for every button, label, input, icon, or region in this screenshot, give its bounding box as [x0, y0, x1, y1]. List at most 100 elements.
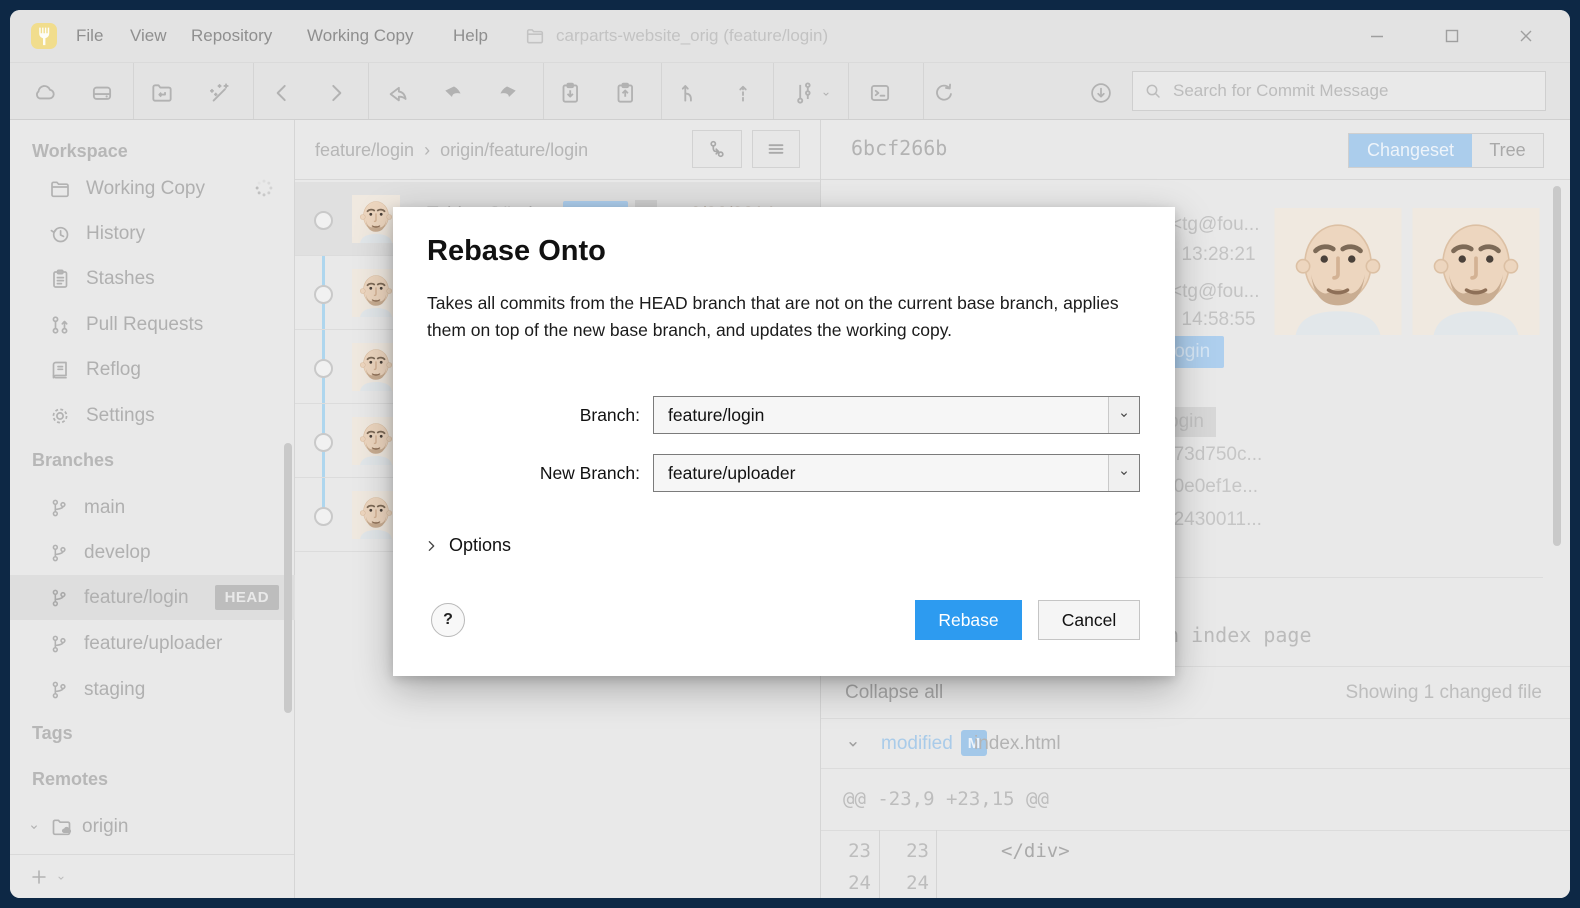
divider — [821, 718, 1570, 719]
changed-files-summary: Showing 1 changed file — [1346, 682, 1542, 704]
new-branch-select-dropdown-button[interactable] — [1108, 455, 1139, 491]
branch-icon — [48, 542, 70, 564]
rebase-button[interactable]: Rebase — [915, 600, 1022, 640]
list-options-button[interactable] — [752, 130, 800, 168]
minimize-button[interactable] — [1354, 10, 1400, 62]
navigate-forward-button[interactable] — [323, 80, 349, 106]
push-button[interactable] — [612, 80, 638, 106]
tab-tree[interactable]: Tree — [1472, 134, 1543, 167]
maximize-button[interactable] — [1429, 10, 1475, 62]
toolbar-separator — [543, 63, 544, 119]
menu-working-copy[interactable]: Working Copy — [307, 10, 413, 62]
menu-view[interactable]: View — [130, 10, 167, 62]
download-updates-button[interactable] — [1088, 80, 1114, 106]
dialog-description: Takes all commits from the HEAD branch t… — [427, 290, 1133, 344]
pull-request-icon — [48, 313, 72, 337]
help-button[interactable]: ? — [431, 603, 465, 637]
undo-button[interactable] — [440, 80, 466, 106]
tab-changeset[interactable]: Changeset — [1349, 134, 1472, 167]
breadcrumb-remote-branch[interactable]: origin/feature/login — [440, 140, 588, 161]
diff-code: </div> — [1001, 840, 1070, 862]
branch-select-value: feature/login — [654, 405, 1108, 426]
branch-icon — [48, 497, 70, 519]
search-input[interactable] — [1171, 80, 1535, 102]
parent-hash[interactable]: 92430011... — [1163, 509, 1262, 531]
app-window: File View Repository Working Copy Help c… — [10, 10, 1570, 898]
commit-graph-node — [314, 433, 333, 452]
details-scrollbar[interactable] — [1553, 186, 1561, 546]
chevron-down-icon — [843, 734, 863, 754]
window-title: carparts-website_orig (feature/login) — [556, 10, 828, 62]
chevron-down-icon — [1116, 407, 1132, 423]
file-status: modified — [881, 733, 953, 755]
chevron-down-icon — [1116, 465, 1132, 481]
sidebar-scrollbar[interactable] — [284, 443, 292, 713]
sidebar-item-pull-requests[interactable]: Pull Requests — [10, 302, 295, 347]
remotes-header[interactable]: Remotes — [32, 769, 108, 793]
sidebar-branch-staging[interactable]: staging — [10, 667, 295, 712]
sidebar-branch-main[interactable]: main — [10, 485, 295, 530]
sidebar-item-settings[interactable]: Settings — [10, 393, 295, 438]
compare-branches-button[interactable] — [692, 130, 742, 168]
remote-folder-cloud-icon — [50, 815, 74, 839]
sidebar-item-stashes[interactable]: Stashes — [10, 256, 295, 301]
open-repository-button[interactable] — [149, 80, 175, 106]
chevron-down-icon[interactable] — [54, 871, 68, 885]
terminal-button[interactable] — [867, 80, 893, 106]
hard-drive-icon — [89, 80, 115, 106]
menu-repository[interactable]: Repository — [191, 10, 272, 62]
workspace-header: Workspace — [32, 141, 128, 165]
breadcrumb-separator: › — [424, 140, 430, 161]
branch-icon — [48, 679, 70, 701]
branch-button[interactable] — [675, 80, 701, 106]
new-branch-select-value: feature/uploader — [654, 463, 1108, 484]
sidebar-branch-feature-uploader[interactable]: feature/uploader — [10, 621, 295, 666]
quick-actions-button[interactable] — [206, 80, 232, 106]
parent-hash[interactable]: 20e0ef1e... — [1163, 476, 1258, 498]
commit-graph-node — [314, 359, 333, 378]
cancel-button[interactable]: Cancel — [1038, 600, 1140, 640]
committer-avatar — [1411, 208, 1541, 335]
new-branch-select[interactable]: feature/uploader — [653, 454, 1140, 492]
menu-help[interactable]: Help — [453, 10, 488, 62]
cloud-icon — [32, 80, 58, 106]
sidebar-branch-develop[interactable]: develop — [10, 530, 295, 575]
chevron-right-icon — [423, 538, 439, 554]
branch-select-dropdown-button[interactable] — [1108, 397, 1139, 433]
file-name: index.html — [974, 733, 1061, 755]
branch-select[interactable]: feature/login — [653, 396, 1140, 434]
author-time-fragment: : 13:28:21 — [1171, 244, 1256, 266]
redo-arrow-icon — [495, 80, 521, 106]
sidebar-item-history[interactable]: History — [10, 211, 295, 256]
magic-wand-icon — [206, 80, 232, 106]
refresh-button[interactable] — [931, 80, 957, 106]
pull-button[interactable] — [557, 80, 583, 106]
collapse-all-link[interactable]: Collapse all — [845, 682, 943, 704]
redo-button[interactable] — [495, 80, 521, 106]
sidebar-remote-origin[interactable]: origin — [10, 804, 295, 849]
options-expander[interactable]: Options — [423, 535, 511, 556]
details-header: 6bcf266b Changeset Tree — [821, 120, 1570, 180]
title-bar: File View Repository Working Copy Help c… — [10, 10, 1570, 62]
chevron-down-icon[interactable] — [819, 87, 833, 101]
pull-icon — [557, 80, 583, 106]
commit-search — [1132, 71, 1546, 111]
sidebar-branch-feature-login[interactable]: feature/login HEAD — [10, 575, 295, 620]
chevron-left-icon — [269, 80, 295, 106]
stash-button[interactable] — [730, 80, 756, 106]
checkout-button[interactable] — [385, 80, 411, 106]
tags-header[interactable]: Tags — [32, 723, 73, 747]
details-tabs: Changeset Tree — [1348, 133, 1544, 168]
parent-hash[interactable]: 073d750c... — [1163, 444, 1262, 466]
fetch-cloud-button[interactable] — [32, 80, 58, 106]
add-repository-button[interactable] — [28, 866, 50, 888]
breadcrumb-local-branch[interactable]: feature/login — [315, 140, 414, 161]
close-button[interactable] — [1503, 10, 1549, 62]
sidebar-item-reflog[interactable]: Reflog — [10, 347, 295, 392]
menu-file[interactable]: File — [76, 10, 103, 62]
local-storage-button[interactable] — [89, 80, 115, 106]
branches-header: Branches — [32, 450, 114, 474]
hunk-header: @@ -23,9 +23,15 @@ — [843, 788, 1049, 810]
navigate-back-button[interactable] — [269, 80, 295, 106]
git-flow-button[interactable] — [791, 80, 817, 106]
